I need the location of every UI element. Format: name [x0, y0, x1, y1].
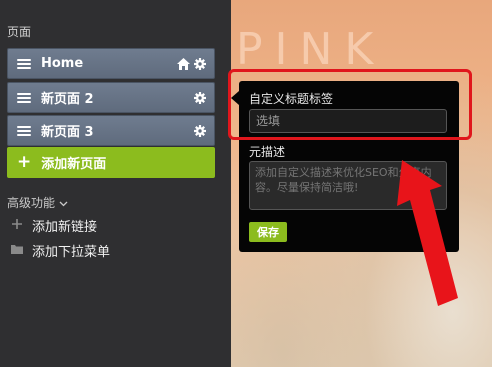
save-button[interactable]: 保存 — [249, 222, 287, 242]
gear-icon[interactable] — [194, 124, 206, 137]
folder-icon — [10, 243, 24, 258]
page-item-label: 新页面 2 — [41, 92, 94, 107]
preview-watermark-text: PINK — [236, 24, 386, 75]
page-item-home[interactable]: Home — [7, 48, 215, 79]
home-icon — [177, 57, 190, 70]
gear-icon[interactable] — [194, 91, 206, 104]
pages-section-title: 页面 — [7, 25, 32, 39]
add-dropdown-button[interactable]: 添加下拉菜单 — [10, 241, 110, 260]
annotation-highlight-box — [228, 69, 472, 140]
add-link-button[interactable]: 添加新链接 — [10, 216, 97, 235]
advanced-features-toggle[interactable]: 高级功能 — [7, 194, 68, 211]
meta-description-label: 元描述 — [249, 145, 286, 159]
page-item-new-page-2[interactable]: 新页面 2 — [7, 82, 215, 113]
drag-handle-icon[interactable] — [17, 58, 31, 70]
add-page-label: 添加新页面 — [41, 157, 107, 172]
plus-icon — [10, 218, 24, 234]
page-item-label: 新页面 3 — [41, 125, 94, 140]
plus-icon: + — [17, 152, 32, 172]
page-item-label: Home — [41, 56, 84, 71]
add-page-button[interactable]: + 添加新页面 — [7, 147, 215, 178]
meta-description-input[interactable] — [249, 161, 447, 210]
drag-handle-icon[interactable] — [17, 125, 31, 137]
sidebar: 页面 Home 新页面 2 新页面 3 + 添加新页面 高级功能 添加新链接 添… — [0, 0, 231, 367]
drag-handle-icon[interactable] — [17, 92, 31, 104]
add-link-label: 添加新链接 — [32, 220, 98, 235]
chevron-down-icon — [59, 196, 68, 210]
gear-icon[interactable] — [194, 57, 206, 70]
page-item-new-page-3[interactable]: 新页面 3 — [7, 115, 215, 146]
advanced-features-title: 高级功能 — [7, 196, 56, 210]
add-dropdown-label: 添加下拉菜单 — [32, 245, 111, 260]
